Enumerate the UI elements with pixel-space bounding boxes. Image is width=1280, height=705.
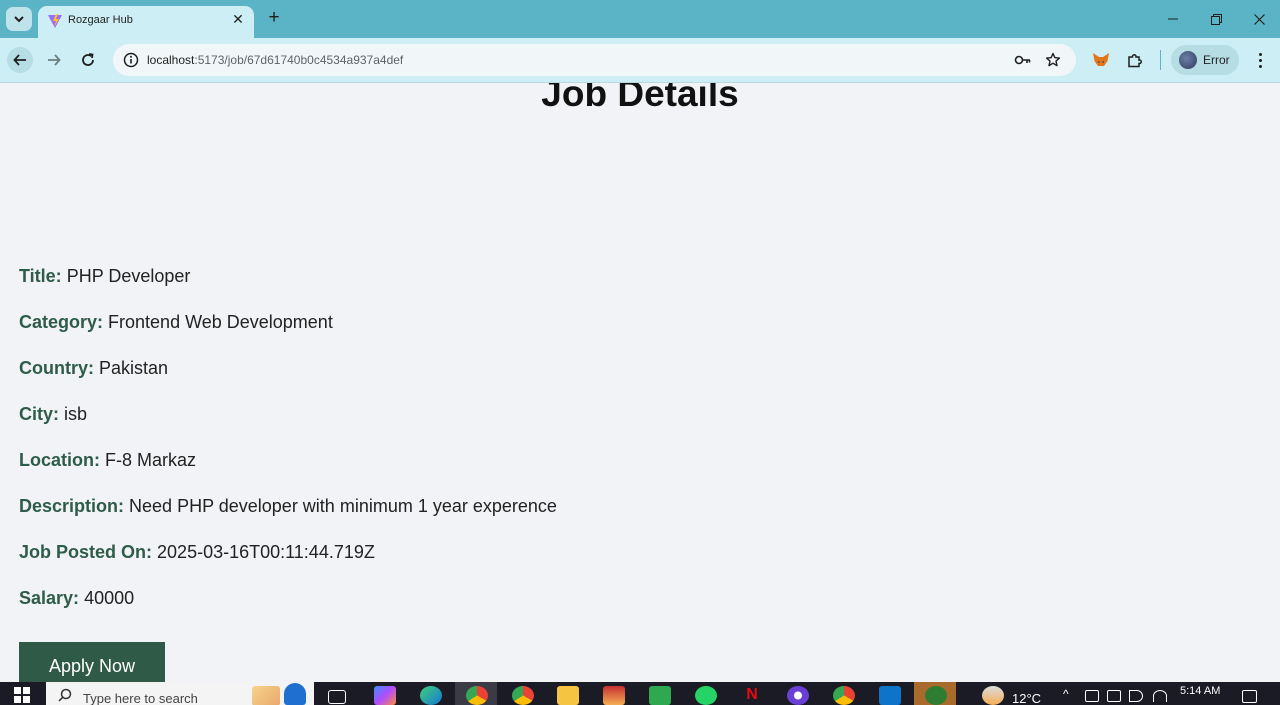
chrome-icon[interactable] bbox=[512, 686, 534, 705]
address-bar[interactable]: localhost:5173/job/67d61740b0c4534a937a4… bbox=[113, 44, 1076, 76]
close-icon[interactable]: ✕ bbox=[230, 11, 246, 27]
profile-button[interactable]: Error bbox=[1171, 45, 1239, 75]
windows-taskbar: Type here to search N 12°C ^ 5:14 AM bbox=[0, 682, 1280, 705]
field-value: isb bbox=[64, 404, 88, 424]
info-icon bbox=[123, 52, 139, 68]
chevron-up-icon[interactable]: ^ bbox=[1063, 687, 1077, 701]
vite-logo-icon bbox=[48, 14, 62, 28]
field-label: Salary: bbox=[19, 588, 80, 608]
task-view-icon[interactable] bbox=[328, 690, 346, 704]
arrow-left-icon bbox=[13, 54, 26, 66]
site-info-button[interactable] bbox=[121, 50, 141, 70]
job-salary-field: Salary: 40000 bbox=[19, 588, 134, 609]
job-city-field: City: isb bbox=[19, 404, 87, 425]
calendar-app-icon[interactable] bbox=[649, 686, 671, 705]
field-value: Frontend Web Development bbox=[108, 312, 333, 332]
clock-time[interactable]: 5:14 AM bbox=[1180, 685, 1220, 697]
browser-toolbar: localhost:5173/job/67d61740b0c4534a937a4… bbox=[0, 38, 1280, 83]
field-value: 40000 bbox=[84, 588, 135, 608]
tab-rozgaar-hub[interactable]: Rozgaar Hub ✕ bbox=[38, 6, 254, 38]
winrar-icon[interactable] bbox=[603, 686, 625, 705]
bookmark-star-button[interactable] bbox=[1043, 50, 1063, 70]
browser-tab-strip: Rozgaar Hub ✕ + bbox=[0, 0, 1280, 38]
password-key-button[interactable] bbox=[1013, 50, 1033, 70]
field-value: PHP Developer bbox=[66, 266, 191, 286]
page-content: Job Details Title: PHP Developer Categor… bbox=[0, 83, 1280, 682]
star-icon bbox=[1045, 52, 1061, 67]
netflix-icon[interactable]: N bbox=[741, 686, 763, 705]
edge-icon[interactable] bbox=[420, 686, 442, 705]
field-label: City: bbox=[19, 404, 59, 424]
chrome-icon[interactable] bbox=[466, 686, 488, 705]
metamask-extension-button[interactable] bbox=[1091, 50, 1111, 70]
url-path: :5173/job/67d61740b0c4534a937a4def bbox=[194, 53, 404, 67]
tab-title: Rozgaar Hub bbox=[68, 14, 133, 26]
url-text[interactable]: localhost:5173/job/67d61740b0c4534a937a4… bbox=[147, 53, 403, 67]
mongodb-compass-icon[interactable] bbox=[925, 686, 947, 705]
field-label: Description: bbox=[19, 496, 125, 516]
network-tray-icon[interactable] bbox=[1085, 690, 1099, 702]
copilot-icon[interactable] bbox=[374, 686, 396, 705]
job-posted-on-field: Job Posted On: 2025-03-16T00:11:44.719Z bbox=[19, 542, 375, 563]
more-menu-button[interactable] bbox=[1250, 50, 1270, 70]
minimize-icon bbox=[1168, 18, 1178, 20]
page-title: Job Details bbox=[541, 83, 739, 114]
field-label: Category: bbox=[19, 312, 104, 332]
notification-icon[interactable] bbox=[1242, 690, 1257, 703]
job-country-field: Country: Pakistan bbox=[19, 358, 168, 379]
field-label: Country: bbox=[19, 358, 94, 378]
wifi-icon[interactable] bbox=[1153, 690, 1167, 702]
field-label: Location: bbox=[19, 450, 100, 470]
search-highlight-icon bbox=[252, 686, 280, 705]
field-label: Job Posted On: bbox=[19, 542, 153, 562]
new-tab-button[interactable]: + bbox=[264, 8, 284, 29]
forward-button[interactable] bbox=[41, 47, 67, 73]
reload-icon bbox=[82, 53, 94, 66]
chevron-down-icon bbox=[14, 16, 24, 23]
key-icon bbox=[1014, 55, 1031, 65]
reload-button[interactable] bbox=[75, 47, 101, 73]
url-host: localhost bbox=[147, 53, 195, 67]
profile-label: Error bbox=[1203, 53, 1230, 67]
field-value: Need PHP developer with minimum 1 year e… bbox=[129, 496, 557, 516]
fox-icon bbox=[1093, 53, 1109, 66]
tab-search-button[interactable] bbox=[6, 7, 32, 31]
chrome-icon[interactable] bbox=[833, 686, 855, 705]
job-description-field: Description: Need PHP developer with min… bbox=[19, 496, 557, 517]
battery-icon[interactable] bbox=[1107, 690, 1121, 702]
volume-icon[interactable] bbox=[1129, 690, 1143, 702]
restore-icon bbox=[1210, 13, 1222, 25]
search-placeholder: Type here to search bbox=[83, 691, 198, 705]
weather-temperature: 12°C bbox=[1012, 691, 1042, 705]
media-app-icon[interactable] bbox=[787, 686, 809, 705]
whatsapp-icon[interactable] bbox=[695, 686, 717, 705]
apply-now-button[interactable]: Apply Now bbox=[19, 642, 165, 682]
puzzle-icon bbox=[1128, 54, 1142, 68]
search-highlight-icon bbox=[284, 683, 306, 705]
toolbar-divider bbox=[1160, 50, 1161, 70]
avatar bbox=[1179, 51, 1197, 69]
field-value: Pakistan bbox=[99, 358, 169, 378]
extensions-button[interactable] bbox=[1125, 50, 1145, 70]
start-button[interactable] bbox=[14, 687, 30, 703]
job-category-field: Category: Frontend Web Development bbox=[19, 312, 333, 333]
weather-icon[interactable] bbox=[982, 686, 1004, 705]
minimize-button[interactable] bbox=[1162, 8, 1184, 30]
search-icon bbox=[58, 688, 72, 702]
field-value: 2025-03-16T00:11:44.719Z bbox=[157, 542, 375, 562]
vscode-icon[interactable] bbox=[879, 686, 901, 705]
field-label: Title: bbox=[19, 266, 62, 286]
file-explorer-icon[interactable] bbox=[557, 686, 579, 705]
arrow-right-icon bbox=[48, 54, 61, 66]
close-icon bbox=[1253, 13, 1265, 25]
taskbar-search[interactable]: Type here to search bbox=[46, 682, 314, 705]
field-value: F-8 Markaz bbox=[105, 450, 197, 470]
job-title-field: Title: PHP Developer bbox=[19, 266, 190, 287]
job-location-field: Location: F-8 Markaz bbox=[19, 450, 196, 471]
back-button[interactable] bbox=[7, 47, 33, 73]
close-window-button[interactable] bbox=[1248, 8, 1270, 30]
restore-button[interactable] bbox=[1205, 8, 1227, 30]
